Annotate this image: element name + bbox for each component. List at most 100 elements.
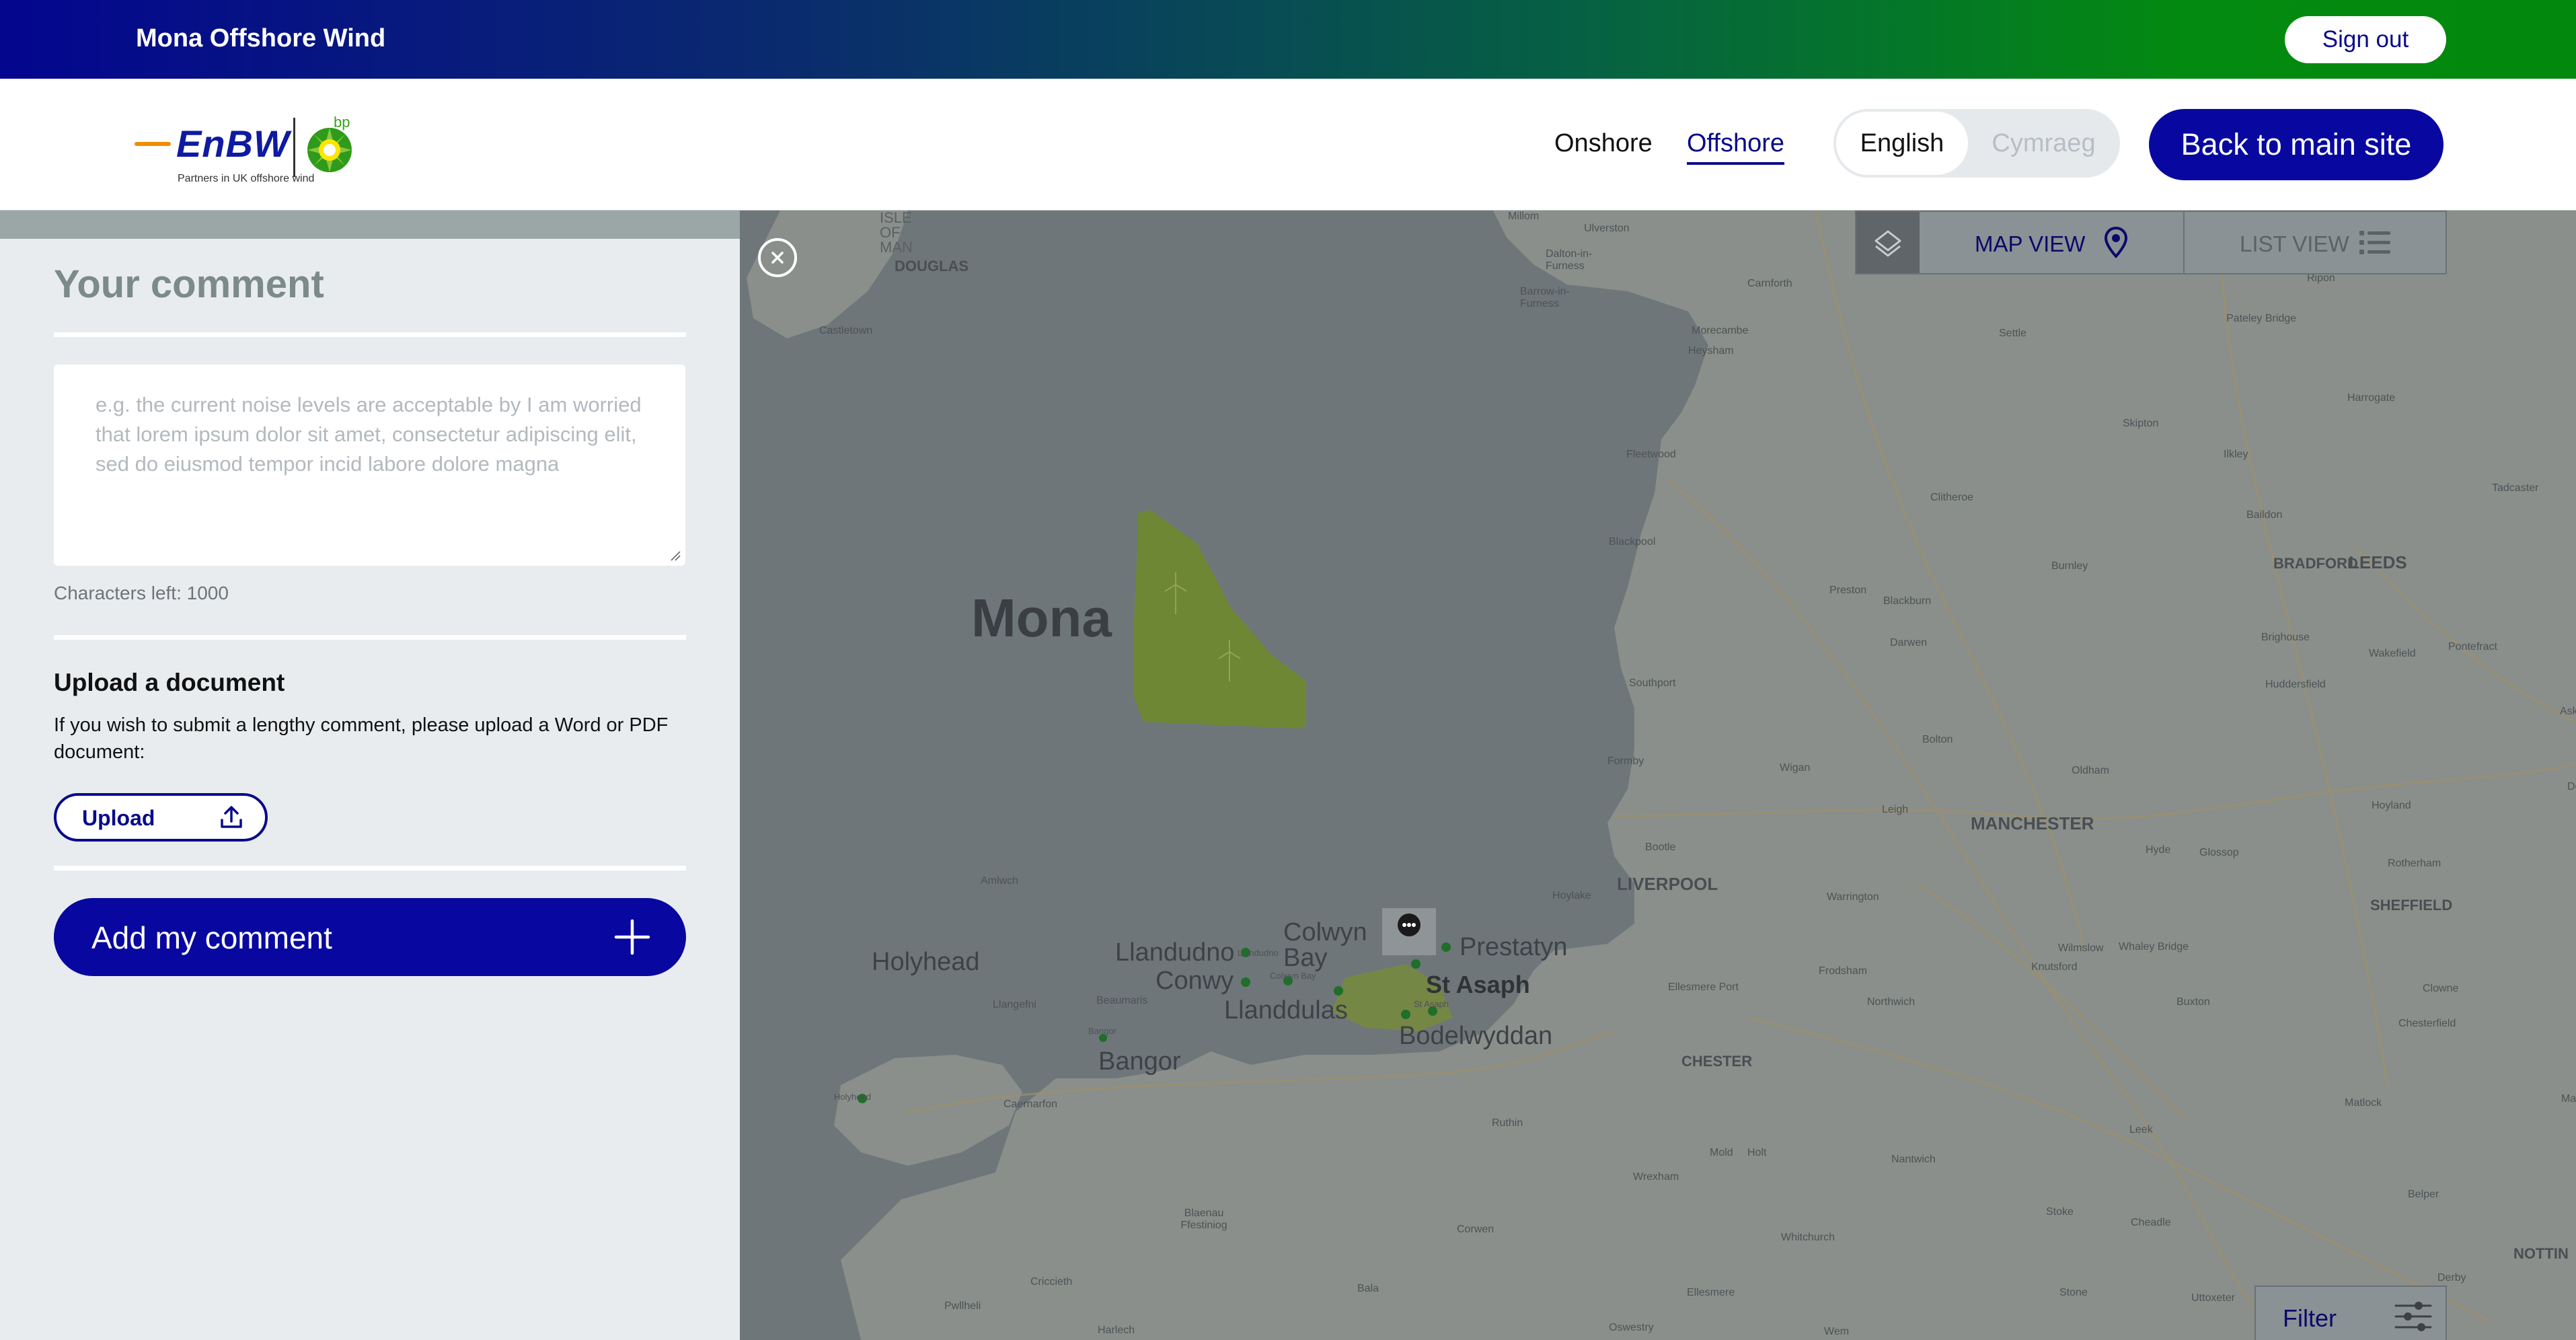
view-toggle: MAP VIEW LIST VIEW <box>1855 211 2447 274</box>
map-place-label: Nantwich <box>1891 1154 1936 1165</box>
map-place-label: Wakefield <box>2369 648 2416 659</box>
back-to-main-site-button[interactable]: Back to main site <box>2149 109 2444 180</box>
map-place-label: Chesterfield <box>2398 1018 2456 1029</box>
divider <box>54 332 686 337</box>
map-place-label: Barrow-in-Furness <box>1520 286 1570 309</box>
layers-button[interactable] <box>1856 212 1920 273</box>
map-view-label: MAP VIEW <box>1975 231 2086 256</box>
language-welsh[interactable]: Cymraeg <box>1971 112 2116 175</box>
panel-top-strip <box>0 211 740 239</box>
map-view-tab[interactable]: MAP VIEW <box>1920 212 2185 273</box>
map-place-label: Bangor <box>1088 1026 1116 1036</box>
map-area[interactable]: ISLE OF MAN DOUGLAS Castletown Millom Ul… <box>740 211 2576 1340</box>
map-place-label: Bala <box>1357 1283 1379 1294</box>
map-place-label: Derby <box>2437 1272 2466 1283</box>
nav-onshore[interactable]: Onshore <box>1554 129 1653 158</box>
comment-panel: Your comment Characters left: 1000 Uploa… <box>0 211 740 1340</box>
characters-left: Characters left: 1000 <box>54 583 229 603</box>
map-place-label: Ulverston <box>1584 223 1630 234</box>
map-place-label: Cheadle <box>2131 1217 2171 1228</box>
map-place-label: Prestatyn <box>1460 933 1568 961</box>
language-english[interactable]: English <box>1836 112 1968 175</box>
upload-title: Upload a document <box>54 669 285 696</box>
comment-textarea[interactable] <box>54 365 685 566</box>
map-place-label: Corwen <box>1457 1224 1494 1235</box>
map-place-label: Ruthin <box>1492 1117 1523 1129</box>
layers-icon <box>1874 230 1901 256</box>
map-place-label: Amlwch <box>981 875 1019 887</box>
sign-out-button[interactable]: Sign out <box>2285 16 2446 63</box>
map-place-label: Bootle <box>1645 842 1676 853</box>
map-place-label: Whaley Bridge <box>2119 941 2189 953</box>
app-title: Mona Offshore Wind <box>136 24 386 52</box>
map-place-label: Northwich <box>1867 996 1916 1008</box>
map-place-label: CHESTER <box>1681 1053 1753 1070</box>
map-place-label: Hyde <box>2146 844 2171 856</box>
filter-button[interactable]: Filter <box>2255 1286 2447 1340</box>
map-place-label: St Asaph <box>1426 971 1530 998</box>
map-place-label: Heysham <box>1688 345 1734 357</box>
bp-helios-icon <box>307 128 352 172</box>
list-view-tab[interactable]: LIST VIEW <box>2185 212 2446 273</box>
upload-button[interactable]: Upload <box>54 793 268 842</box>
nav-offshore[interactable]: Offshore <box>1687 129 1785 165</box>
map-place-label: Criccieth <box>1030 1276 1073 1288</box>
map-place-label: Ellesmere Port <box>1668 981 1739 993</box>
map-place-label: Blackburn <box>1883 595 1932 607</box>
map-place-label: Colwyn Bay <box>1283 918 1367 972</box>
map-place-label: Brighouse <box>2261 632 2310 643</box>
map-place-label: Buxton <box>2176 996 2210 1008</box>
close-map-button[interactable] <box>758 238 797 277</box>
map-place-label: Settle <box>1999 328 2026 339</box>
map-place-label: Belper <box>2408 1189 2439 1200</box>
add-comment-button[interactable]: Add my comment <box>54 898 686 976</box>
map-place-label: Oldham <box>2072 765 2110 776</box>
logo-accent-line <box>135 142 171 146</box>
map-place-label: Blaenau Ffestiniog <box>1180 1207 1227 1231</box>
map-place-label: Whitchurch <box>1781 1232 1835 1243</box>
resize-grip-icon[interactable] <box>670 550 681 561</box>
map-place-label: Stoke <box>2046 1206 2074 1218</box>
map-place-label: Hoyland <box>2372 800 2411 811</box>
map-place-label: Pateley Bridge <box>2226 313 2297 324</box>
map-place-label: Ellesmere <box>1687 1287 1735 1298</box>
map-place-label: Caernarfon <box>1003 1099 1058 1110</box>
map-place-label: Uttoxeter <box>2191 1292 2235 1304</box>
map-place-label: Bangor <box>1098 1047 1181 1076</box>
list-view-label: LIST VIEW <box>2240 231 2349 256</box>
upload-description: If you wish to submit a lengthy comment,… <box>54 714 669 763</box>
map-place-label: Bodelwyddan <box>1399 1022 1553 1050</box>
logo-brand: EnBW <box>176 122 290 165</box>
map-place-label: Rotherham <box>2388 858 2441 869</box>
logo-tagline: Partners in UK offshore wind <box>178 173 315 184</box>
map-place-label: Mansfield <box>2561 1093 2576 1105</box>
map-place-label: BRADFORD <box>2273 555 2358 572</box>
map-place-label: Donc <box>2567 781 2576 792</box>
map-place-label: LEEDS <box>2349 552 2407 572</box>
map-place-label: LIVERPOOL <box>1617 874 1718 894</box>
map-place-label: Burnley <box>2051 560 2088 572</box>
enbw-bp-logo[interactable]: EnBW bp Partners in UK offshore wind <box>135 104 363 185</box>
map-place-label: Wigan <box>1780 762 1811 774</box>
bp-label: bp <box>334 114 350 131</box>
map-place-label: Southport <box>1629 677 1676 689</box>
map-place-label: Formby <box>1607 755 1644 767</box>
map-place-label: SHEFFIELD <box>2370 897 2453 914</box>
map-place-label: Pwllheli <box>944 1300 981 1312</box>
map-place-label: Glossop <box>2199 847 2239 858</box>
add-comment-label: Add my comment <box>91 920 332 955</box>
map-place-label: Harlech <box>1098 1325 1135 1336</box>
map-place-label: Baildon <box>2246 509 2283 521</box>
map-place-label: Wilmslow <box>2058 942 2104 954</box>
map-place-label: Fleetwood <box>1626 449 1676 460</box>
map-place-label: Hoylake <box>1552 890 1591 901</box>
map-place-label: Oswestry <box>1609 1322 1654 1333</box>
site-header: EnBW bp Partners in UK offshore wind Ons… <box>0 79 2576 211</box>
map-place-label: Blackpool <box>1609 536 1656 548</box>
map-place-label: Darwen <box>1890 637 1928 648</box>
language-toggle: English Cymraeg <box>1833 109 2120 178</box>
map-place-label: Beaumaris <box>1096 995 1148 1006</box>
map-place-label: DOUGLAS <box>895 258 969 274</box>
map-place-label: Holt <box>1747 1147 1767 1158</box>
top-banner: Mona Offshore Wind Sign out <box>0 0 2576 79</box>
